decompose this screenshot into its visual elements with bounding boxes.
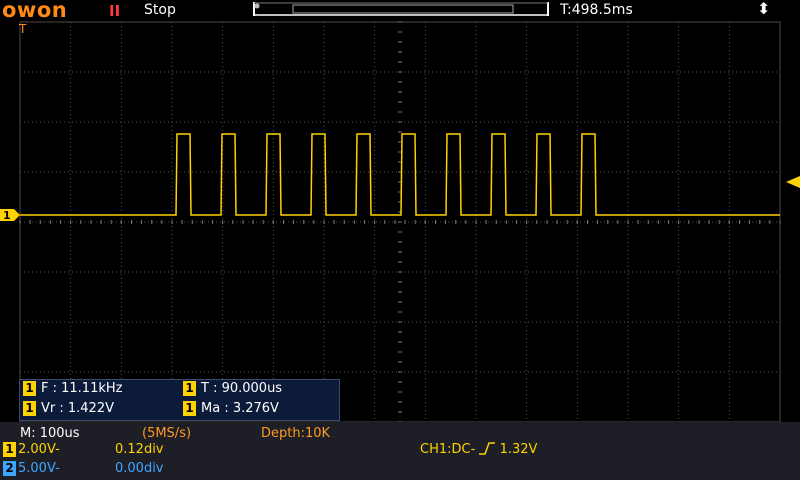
ch1-scale: 2.00V- (18, 442, 60, 457)
status-panel: M: 100us (5MS/s) Depth:10K 1 2.00V- 0.12d… (0, 422, 800, 480)
measurement-max: 1 Ma : 3.276V (183, 401, 279, 419)
ch2-badge: 2 (3, 461, 16, 476)
trigger-level-arrow-icon (786, 176, 800, 188)
ch1-badge: 1 (23, 401, 36, 416)
ch1-badge: 1 (183, 381, 196, 396)
measurement-period: 1T : 90.000us (183, 381, 282, 399)
ch1-badge: 1 (3, 442, 16, 457)
sample-rate-readout: (5MS/s) (142, 426, 192, 441)
measurement-panel: 1F : 11.11kHz 1T : 90.000us 1 Vr : 1.422V… (19, 379, 340, 421)
ch2-status[interactable]: 2 5.00V- (3, 461, 60, 476)
ch1-offset: 0.12div (115, 442, 164, 457)
trigger-level: 1.32V (499, 442, 538, 457)
ch2-offset: 0.00div (115, 461, 164, 476)
ch1-ground-marker-icon: 1 (0, 209, 20, 222)
ch2-scale: 5.00V- (18, 461, 60, 476)
rising-edge-icon (479, 442, 496, 455)
measurement-frequency: 1F : 11.11kHz (23, 381, 122, 399)
ch1-badge: 1 (183, 401, 196, 416)
svg-text:1: 1 (3, 209, 11, 222)
waveform-display[interactable]: 1 T (0, 0, 800, 422)
ch1-waveform (20, 133, 780, 216)
timebase-readout[interactable]: M: 100us (20, 426, 80, 441)
trigger-top-marker-icon: T (18, 22, 27, 36)
svg-text:T: T (18, 22, 27, 36)
measurement-vrms: 1 Vr : 1.422V (23, 401, 114, 419)
trigger-status[interactable]: CH1:DC- 1.32V (420, 442, 537, 457)
memory-depth-readout[interactable]: Depth:10K (261, 426, 330, 441)
ch1-badge: 1 (23, 381, 36, 396)
graticule-center-ticks (19, 21, 781, 422)
trigger-source: CH1:DC- (420, 442, 476, 457)
ch1-status[interactable]: 1 2.00V- (3, 442, 60, 457)
